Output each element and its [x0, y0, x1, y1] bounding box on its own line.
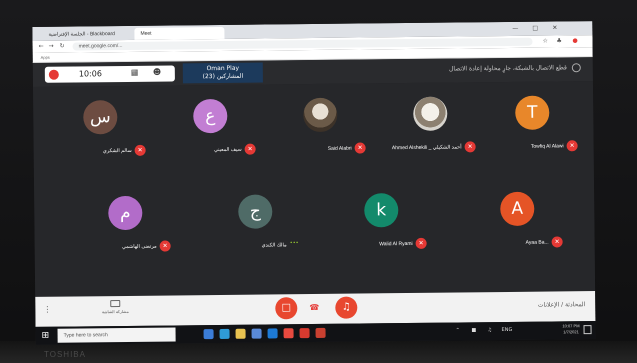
edge-icon[interactable] [219, 328, 230, 339]
avatar: ع [193, 98, 228, 134]
forward-icon[interactable]: → [49, 43, 54, 50]
brand-label: TOSHIBA [44, 350, 86, 359]
participant-count: (23) المشاركين [202, 72, 244, 81]
camera-off-button[interactable]: □ [275, 297, 298, 320]
participant-name: سالم الشكري [102, 147, 132, 155]
participants-grid: س سالم الشكري ✕ ع سيف المعيني ✕ Said Ala… [32, 81, 596, 297]
participant-name: مرتضى الهاشمي [121, 243, 157, 251]
clock-date: 1/7/2021 [563, 329, 579, 335]
avatar: س [83, 100, 118, 135]
volume-icon[interactable]: ♫ [488, 327, 493, 333]
avatar: م [108, 195, 143, 231]
meeting-timer-panel: 10:06 ▦ ☻ [44, 65, 175, 83]
maximize-icon[interactable]: □ [532, 25, 538, 32]
notification-icon[interactable] [583, 325, 592, 335]
participant-name: مالك الكندي [261, 242, 287, 249]
participant-name: Said Alabri [327, 145, 352, 152]
opera-icon[interactable] [299, 328, 310, 339]
star-icon[interactable]: ☆ [542, 38, 547, 45]
back-icon[interactable]: ← [39, 43, 44, 50]
mic-muted-icon: ✕ [244, 143, 256, 155]
participant-tile[interactable]: Ahmed Alshekili _ أحمد الشكيلي ✕ [383, 92, 480, 173]
bookmark-apps[interactable]: Apps [41, 55, 50, 60]
laptop-screen: الجلسة الإفتراضية - Blackboard Meet — □ … [32, 21, 596, 345]
url-text: meet.google.com/... [78, 42, 123, 50]
mic-off-button[interactable]: ♫ [335, 296, 358, 319]
taskbar-clock[interactable]: 10:07 PM 1/7/2021 [562, 323, 579, 335]
participant-tile[interactable]: T Towfiq Al Alawi ✕ [485, 91, 582, 172]
mic-muted-icon: ✕ [551, 236, 563, 248]
minimize-icon[interactable]: — [512, 25, 518, 32]
connection-status: قطع الاتصال بالشبكة، جارٍ محاولة إعادة ا… [448, 64, 567, 73]
speaking-indicator-icon: ••• [289, 240, 299, 247]
participant-name: Ayaa Ba... [525, 239, 549, 246]
app-icon[interactable] [315, 327, 326, 338]
share-screen-button[interactable]: مشاركة الشاشة [85, 300, 145, 323]
participant-tile[interactable]: ع سيف المعيني ✕ [163, 95, 260, 176]
meeting-timer: 10:06 [78, 69, 102, 79]
file-explorer-icon[interactable] [235, 328, 246, 339]
participant-tile[interactable]: ج مالك الكندي ••• [208, 190, 305, 271]
task-view-icon[interactable] [203, 329, 214, 340]
windows-start-icon[interactable]: ⊞ [42, 331, 50, 341]
mic-muted-icon: ✕ [159, 240, 171, 252]
extensions-icon[interactable]: ♣ [556, 37, 561, 44]
avatar-photo [303, 97, 338, 133]
hang-up-icon[interactable]: ☎ [309, 303, 319, 312]
network-icon[interactable]: ■ [472, 327, 477, 333]
ie-icon[interactable] [267, 328, 278, 339]
participant-name: Walid Al Ryami [379, 240, 413, 248]
avatar: A [500, 191, 535, 227]
participant-name: Towfiq Al Alawi [530, 143, 564, 150]
chrome-icon[interactable] [283, 328, 294, 339]
participant-tile[interactable]: k Walid Al Ryami ✕ [334, 189, 431, 270]
people-icon[interactable]: ☻ [153, 68, 161, 77]
laptop-bottom-bezel: TOSHIBA [0, 341, 637, 363]
avatar: T [515, 95, 550, 130]
mic-muted-icon: ✕ [134, 144, 146, 156]
participant-tile[interactable]: م مرتضى الهاشمي ✕ [78, 191, 175, 272]
language-indicator[interactable]: ENG [502, 327, 513, 333]
share-label: مشاركة الشاشة [101, 308, 129, 315]
screen-share-icon [110, 300, 121, 308]
taskbar-search[interactable]: Type here to search [57, 327, 176, 343]
participant-name: سيف المعيني [213, 146, 242, 154]
chat-button[interactable]: المحادثة / الإعلانات [538, 301, 586, 308]
store-icon[interactable] [251, 328, 262, 339]
reload-icon[interactable]: ↻ [60, 43, 65, 50]
participant-tile[interactable]: Said Alabri ✕ [273, 93, 370, 174]
mic-muted-icon: ✕ [566, 140, 578, 152]
tab-label: Meet [140, 30, 152, 37]
meeting-title: Oman Play (23) المشاركين [182, 62, 263, 84]
avatar: k [364, 193, 399, 228]
grid-icon[interactable]: ▦ [131, 68, 139, 77]
profile-icon[interactable]: ● [572, 37, 577, 44]
participant-tile[interactable]: س سالم الشكري ✕ [53, 96, 150, 177]
mic-muted-icon: ✕ [354, 142, 366, 154]
browser-tab-1[interactable]: الجلسة الإفتراضية - Blackboard [42, 28, 132, 41]
record-icon[interactable] [48, 69, 59, 80]
participant-tile[interactable]: A Ayaa Ba... ✕ [470, 187, 567, 268]
mic-muted-icon: ✕ [415, 237, 427, 249]
mic-muted-icon: ✕ [464, 141, 476, 153]
avatar-photo [413, 96, 448, 131]
search-placeholder: Type here to search [63, 332, 108, 339]
close-icon[interactable]: ✕ [552, 24, 557, 31]
avatar: ج [238, 194, 273, 229]
spinner-icon [571, 63, 581, 73]
tab-label: الجلسة الإفتراضية - Blackboard [48, 31, 115, 38]
tray-chevron-icon[interactable]: ⌃ [456, 327, 460, 333]
more-options-icon[interactable]: ⋮ [43, 305, 51, 314]
browser-tab-2[interactable]: Meet [134, 26, 225, 40]
participant-name: Ahmed Alshekili _ أحمد الشكيلي [391, 144, 462, 152]
